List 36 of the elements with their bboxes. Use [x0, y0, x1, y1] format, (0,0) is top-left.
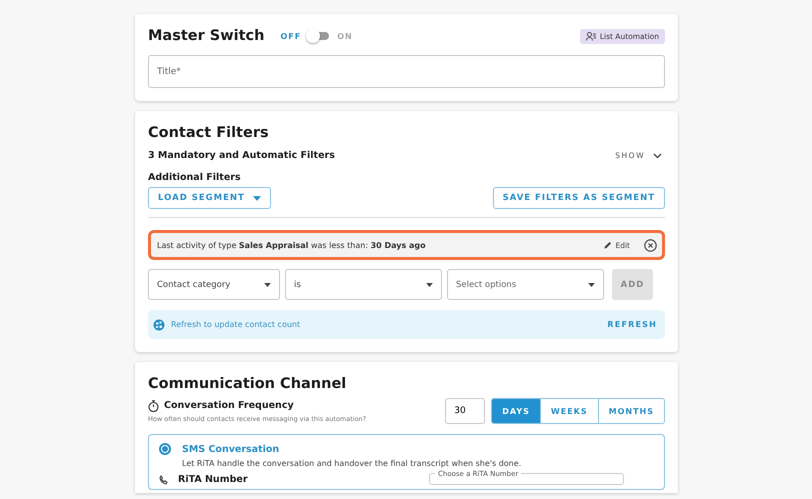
- dropdown-placeholder: Select options: [456, 280, 516, 290]
- unit-tab[interactable]: MONTHS: [598, 399, 664, 423]
- caret-icon: [588, 282, 595, 286]
- stopwatch-icon: [148, 400, 159, 412]
- card-title: Master Switch: [148, 28, 264, 44]
- caret-icon: [264, 282, 271, 286]
- section-label: 3 Mandatory and Automatic Filters: [148, 150, 335, 161]
- dropdown-field[interactable]: is: [285, 269, 442, 300]
- dropdown-field[interactable]: Select options: [447, 269, 604, 300]
- card-title: Contact Filters: [148, 125, 270, 141]
- dropdown-value: Contact category: [157, 280, 230, 290]
- add-button: ADD: [612, 269, 653, 300]
- dropdown-value: is: [294, 280, 301, 290]
- caret-icon: [252, 196, 261, 200]
- phone-icon: [159, 475, 169, 485]
- section-label: Additional Filters: [148, 172, 242, 183]
- toggle-switch[interactable]: [309, 32, 330, 40]
- caret-icon: [426, 282, 433, 286]
- user-list-icon: [586, 32, 596, 40]
- toggle-off-label: OFF: [280, 32, 302, 40]
- toggle-on-label: ON: [337, 32, 353, 40]
- banner-message: Refresh to update contact count: [171, 320, 300, 329]
- section-label: RiTA Number: [178, 474, 248, 485]
- save-segment-button[interactable]: SAVE FILTERS AS SEGMENT: [492, 187, 665, 209]
- card-title: Communication Channel: [148, 376, 348, 392]
- option-title: SMS Conversation: [182, 444, 280, 454]
- radio-button[interactable]: [159, 443, 171, 455]
- load-segment-button[interactable]: LOAD SEGMENT: [148, 187, 271, 209]
- remove-filter-button[interactable]: [644, 238, 657, 252]
- option-description: Let RiTA handle the conversation and handover the final transcript when she's done.: [182, 459, 522, 468]
- title-field[interactable]: Title*: [148, 55, 665, 88]
- section-label: Conversation Frequency: [164, 400, 294, 411]
- pencil-icon: [604, 241, 612, 249]
- dropdown-field[interactable]: Contact category: [148, 269, 280, 300]
- frequency-input[interactable]: 30: [445, 398, 486, 424]
- filter-description: Last activity of type Sales Appraisal was less than: 30 Days ago: [157, 240, 426, 250]
